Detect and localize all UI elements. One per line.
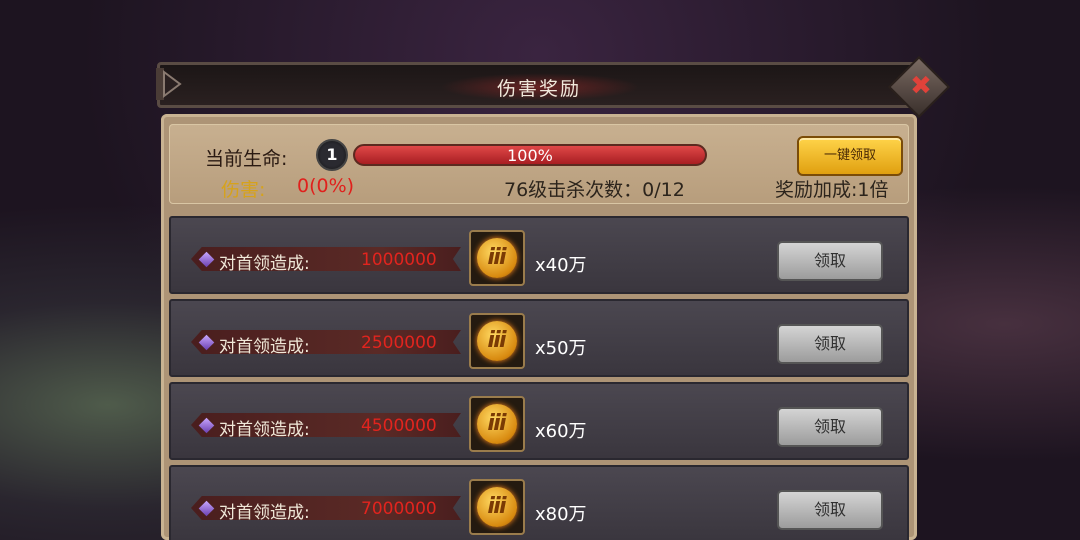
reward-list[interactable]: 对首领造成: 1000000 ⅲ x40万 领取 对首领造成: 2500000 …: [169, 216, 909, 540]
claim-button[interactable]: 领取: [777, 490, 883, 530]
back-arrow-icon[interactable]: [154, 66, 184, 102]
reward-quantity: x50万: [535, 338, 587, 359]
reward-quantity: x80万: [535, 504, 587, 525]
reward-quantity: x60万: [535, 421, 587, 442]
coin-glyph-icon: ⅲ: [487, 328, 507, 353]
requirement-label: 对首领造成:: [219, 503, 310, 523]
claim-all-button[interactable]: 一键领取: [797, 136, 903, 176]
requirement-label: 对首领造成:: [219, 420, 310, 440]
kill-count-text: 76级击杀次数：0/12: [504, 179, 685, 201]
boss-status-panel: 当前生命: 100% 1 伤害: 0(0%) 76级击杀次数：0/12 奖励加成…: [169, 124, 909, 204]
claim-button[interactable]: 领取: [777, 241, 883, 281]
coin-glyph-icon: ⅲ: [487, 245, 507, 270]
dialog-title: 伤害奖励: [496, 78, 581, 100]
close-icon[interactable]: ✖: [909, 73, 933, 99]
content-panel: 当前生命: 100% 1 伤害: 0(0%) 76级击杀次数：0/12 奖励加成…: [161, 114, 917, 540]
coin-glyph-icon: ⅲ: [487, 494, 507, 519]
damage-label: 伤害:: [221, 179, 266, 201]
boss-level-badge: 1: [316, 139, 348, 171]
requirement-label: 对首领造成:: [219, 337, 310, 357]
title-bar: 伤害奖励: [157, 62, 921, 108]
life-label: 当前生命:: [205, 148, 288, 170]
damage-value: 0(0%): [297, 175, 355, 197]
claim-button[interactable]: 领取: [777, 324, 883, 364]
requirement-value: 1000000: [361, 250, 437, 270]
reward-row: 对首领造成: 1000000 ⅲ x40万 领取: [169, 216, 909, 294]
hp-percent-text: 100%: [507, 146, 553, 165]
reward-bonus-text: 奖励加成:1倍: [775, 179, 889, 201]
requirement-value: 7000000: [361, 499, 437, 519]
requirement-label: 对首领造成:: [219, 254, 310, 274]
damage-reward-dialog: 伤害奖励 ✖ 当前生命: 100% 1 伤害: 0(0%) 76级击杀次数：0/…: [154, 55, 951, 540]
requirement-value: 2500000: [361, 333, 437, 353]
reward-quantity: x40万: [535, 255, 587, 276]
reward-row: 对首领造成: 7000000 ⅲ x80万 领取: [169, 465, 909, 540]
claim-button[interactable]: 领取: [777, 407, 883, 447]
requirement-value: 4500000: [361, 416, 437, 436]
reward-row: 对首领造成: 2500000 ⅲ x50万 领取: [169, 299, 909, 377]
reward-row: 对首领造成: 4500000 ⅲ x60万 领取: [169, 382, 909, 460]
coin-glyph-icon: ⅲ: [487, 411, 507, 436]
